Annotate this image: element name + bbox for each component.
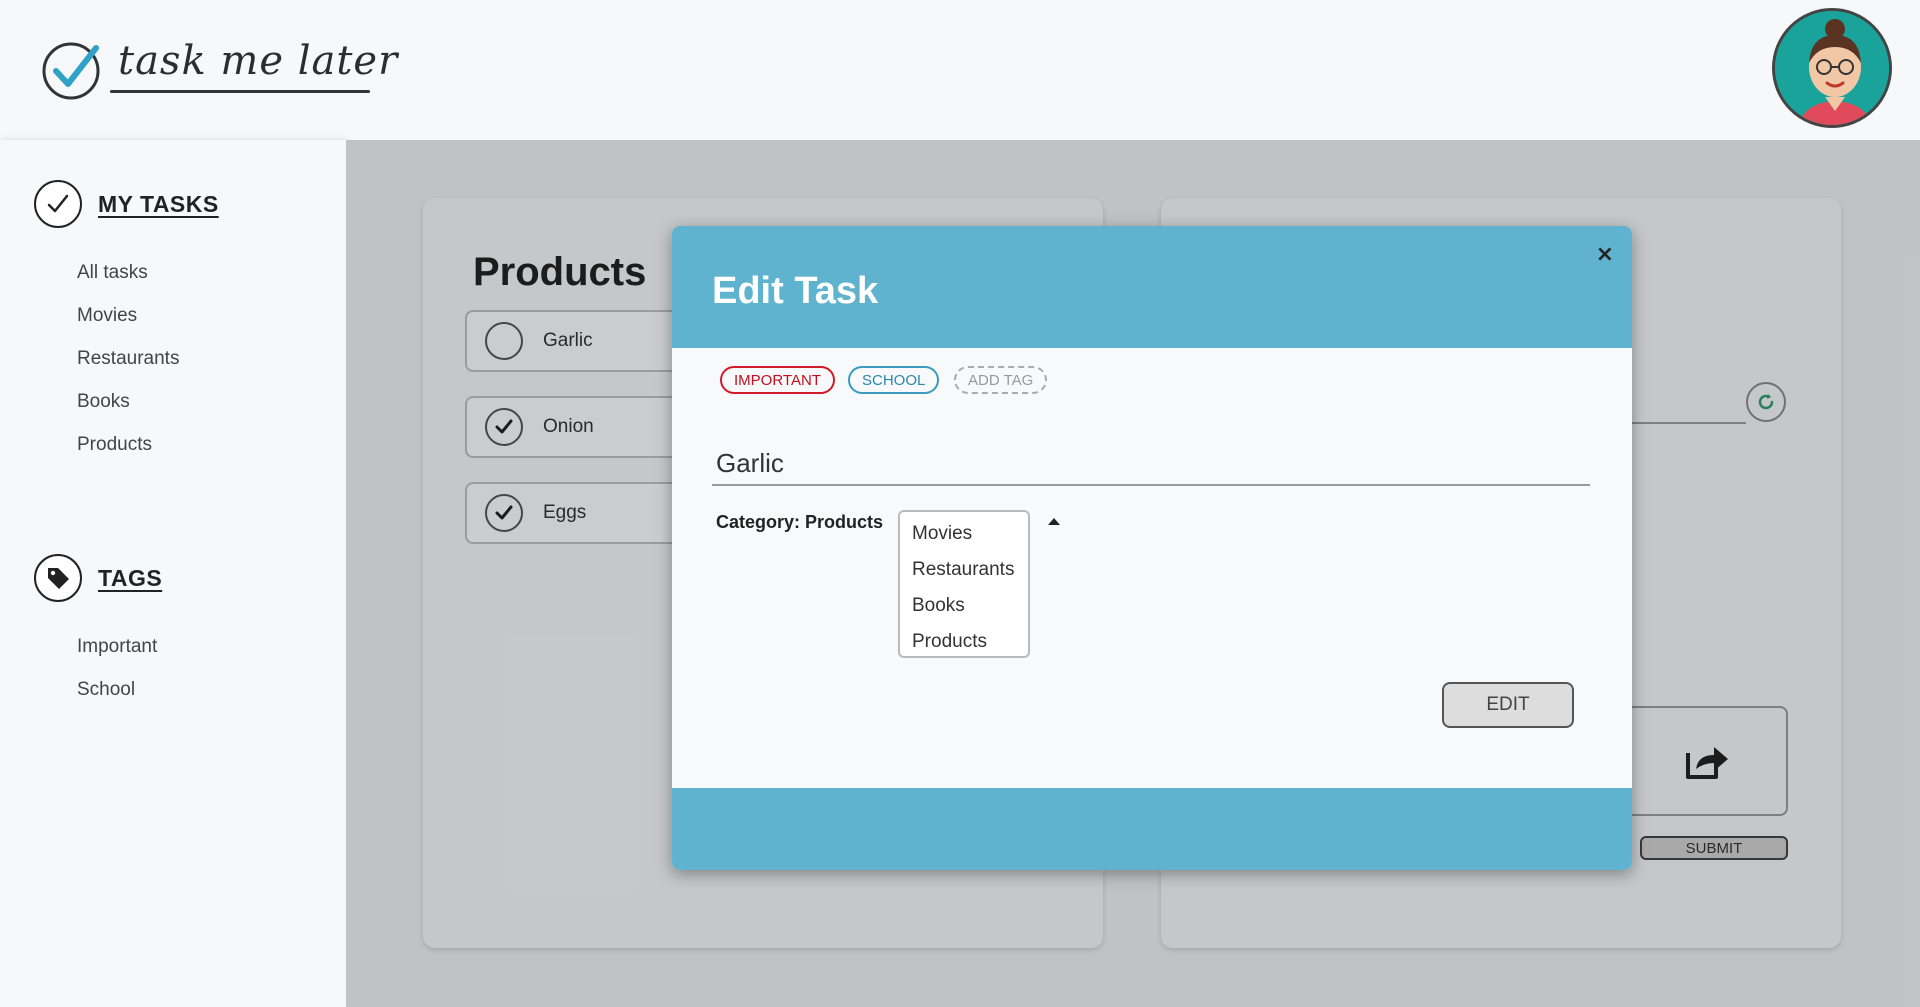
task-name-input[interactable]	[712, 442, 1590, 486]
logo-underline	[110, 90, 370, 93]
edit-button[interactable]: EDIT	[1442, 682, 1574, 728]
sidebar-item-school[interactable]: School	[77, 679, 135, 701]
sidebar-item-books[interactable]: Books	[77, 391, 130, 413]
tag-icon	[34, 554, 82, 602]
my-tasks-title: MY TASKS	[98, 190, 219, 217]
avatar-portrait-icon	[1775, 11, 1889, 125]
checkmark-icon	[34, 180, 82, 228]
app-logo[interactable]: task me later	[40, 38, 397, 100]
edit-task-modal: Edit Task × IMPORTANT SCHOOL ADD TAG Cat…	[672, 226, 1632, 870]
modal-title: Edit Task	[712, 270, 879, 312]
my-tasks-section-header[interactable]: MY TASKS	[34, 180, 219, 228]
category-option-products[interactable]: Products	[900, 624, 1028, 660]
category-select-list[interactable]: Movies Restaurants Books Products	[898, 510, 1030, 658]
sidebar-item-products[interactable]: Products	[77, 434, 152, 456]
sidebar-item-movies[interactable]: Movies	[77, 305, 137, 327]
chevron-up-icon[interactable]	[1048, 518, 1060, 525]
add-tag-button[interactable]: ADD TAG	[954, 366, 1048, 394]
category-option-books[interactable]: Books	[900, 588, 1028, 624]
sidebar-item-important[interactable]: Important	[77, 636, 157, 658]
category-label: Category: Products	[716, 512, 883, 533]
modal-header: Edit Task ×	[672, 226, 1632, 348]
app-header: task me later	[0, 0, 1920, 140]
tag-important[interactable]: IMPORTANT	[720, 366, 835, 394]
app-name: task me later	[118, 38, 399, 84]
tag-school[interactable]: SCHOOL	[848, 366, 940, 394]
logo-check-icon	[42, 42, 100, 100]
sidebar-item-all-tasks[interactable]: All tasks	[77, 262, 148, 284]
sidebar-item-restaurants[interactable]: Restaurants	[77, 348, 179, 370]
modal-footer	[672, 788, 1632, 870]
sidebar: MY TASKS All tasks Movies Restaurants Bo…	[0, 140, 346, 1007]
tags-title: TAGS	[98, 564, 163, 591]
category-current-value: Products	[805, 512, 884, 532]
category-option-restaurants[interactable]: Restaurants	[900, 552, 1028, 588]
user-avatar[interactable]	[1772, 8, 1892, 128]
category-label-text: Category:	[716, 512, 801, 532]
close-icon[interactable]: ×	[1596, 242, 1614, 267]
tags-section-header[interactable]: TAGS	[34, 554, 162, 602]
category-option-movies[interactable]: Movies	[900, 516, 1028, 552]
